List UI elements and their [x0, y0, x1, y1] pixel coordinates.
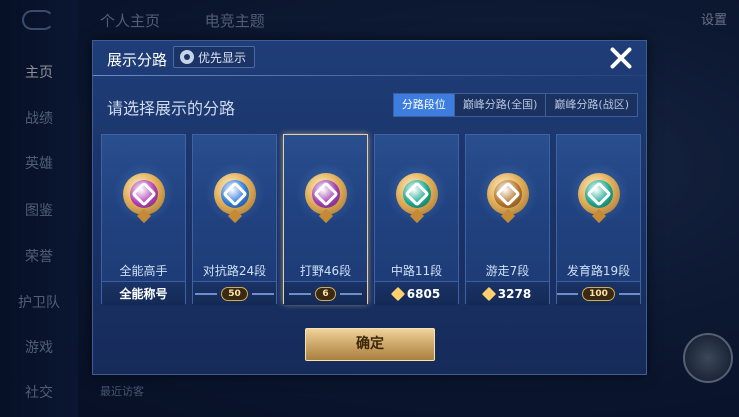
lane-card-all-round[interactable]: 全能高手 全能称号	[101, 134, 186, 305]
card-footer: 6805	[375, 281, 458, 305]
gear-icon	[180, 50, 194, 64]
tab-peak-region[interactable]: 巅峰分路(战区)	[545, 94, 637, 116]
peak-points: 3278	[497, 286, 532, 301]
dialog-subtitle: 请选择展示的分路	[107, 99, 236, 118]
mid-lane-emblem-icon	[396, 173, 438, 224]
priority-display-button[interactable]: 优先显示	[173, 46, 256, 68]
wing-decoration	[289, 292, 312, 295]
peak-points-icon	[481, 286, 496, 301]
title-divider	[93, 75, 646, 76]
card-footer: 50	[193, 281, 276, 305]
card-footer: 6	[284, 281, 367, 305]
card-name: 游走7段	[485, 264, 530, 278]
roam-emblem-icon	[487, 173, 529, 224]
display-lane-dialog: 展示分路 优先显示 请选择展示的分路 分路段位 巅峰分路(全国) 巅峰分路(战区…	[92, 40, 647, 375]
wing-decoration	[195, 292, 218, 295]
wing-decoration	[557, 292, 579, 295]
lane-card-jungle[interactable]: 打野46段 6	[283, 134, 368, 305]
all-round-title: 全能称号	[119, 287, 168, 301]
lane-card-roam[interactable]: 游走7段 3278	[465, 134, 550, 305]
close-icon[interactable]	[608, 45, 634, 71]
card-name: 对抗路24段	[202, 264, 267, 278]
confirm-button[interactable]: 确定	[305, 328, 435, 361]
card-name: 打野46段	[299, 264, 352, 278]
wing-decoration	[618, 292, 640, 295]
lane-card-clash-lane[interactable]: 对抗路24段 50	[192, 134, 277, 305]
all-round-emblem-icon	[123, 173, 165, 224]
rank-badge: 6	[315, 286, 336, 301]
priority-display-label: 优先显示	[198, 50, 247, 65]
dialog-title: 展示分路	[107, 51, 168, 69]
lane-type-tabs: 分路段位 巅峰分路(全国) 巅峰分路(战区)	[392, 93, 638, 117]
lane-card-farm-lane[interactable]: 发育路19段 100	[556, 134, 641, 305]
rank-badge: 100	[582, 286, 615, 301]
card-footer: 100	[557, 281, 640, 305]
card-name: 发育路19段	[566, 264, 631, 278]
tab-peak-national[interactable]: 巅峰分路(全国)	[453, 94, 546, 116]
clash-lane-emblem-icon	[214, 173, 256, 224]
farm-lane-emblem-icon	[578, 173, 620, 224]
card-footer: 3278	[466, 281, 549, 305]
lane-card-mid[interactable]: 中路11段 6805	[374, 134, 459, 305]
card-footer: 全能称号	[102, 281, 185, 305]
card-name: 中路11段	[390, 264, 443, 278]
wing-decoration	[251, 292, 274, 295]
tab-lane-rank[interactable]: 分路段位	[393, 94, 454, 116]
card-name: 全能高手	[119, 264, 168, 278]
rank-badge: 50	[221, 286, 248, 301]
jungle-emblem-icon	[305, 173, 347, 224]
wing-decoration	[339, 292, 362, 295]
peak-points: 6805	[406, 286, 441, 301]
lane-cards: 全能高手 全能称号 对抗路24段 50 打野46段 6 中路11段 6805 游…	[101, 134, 641, 305]
peak-points-icon	[390, 286, 405, 301]
